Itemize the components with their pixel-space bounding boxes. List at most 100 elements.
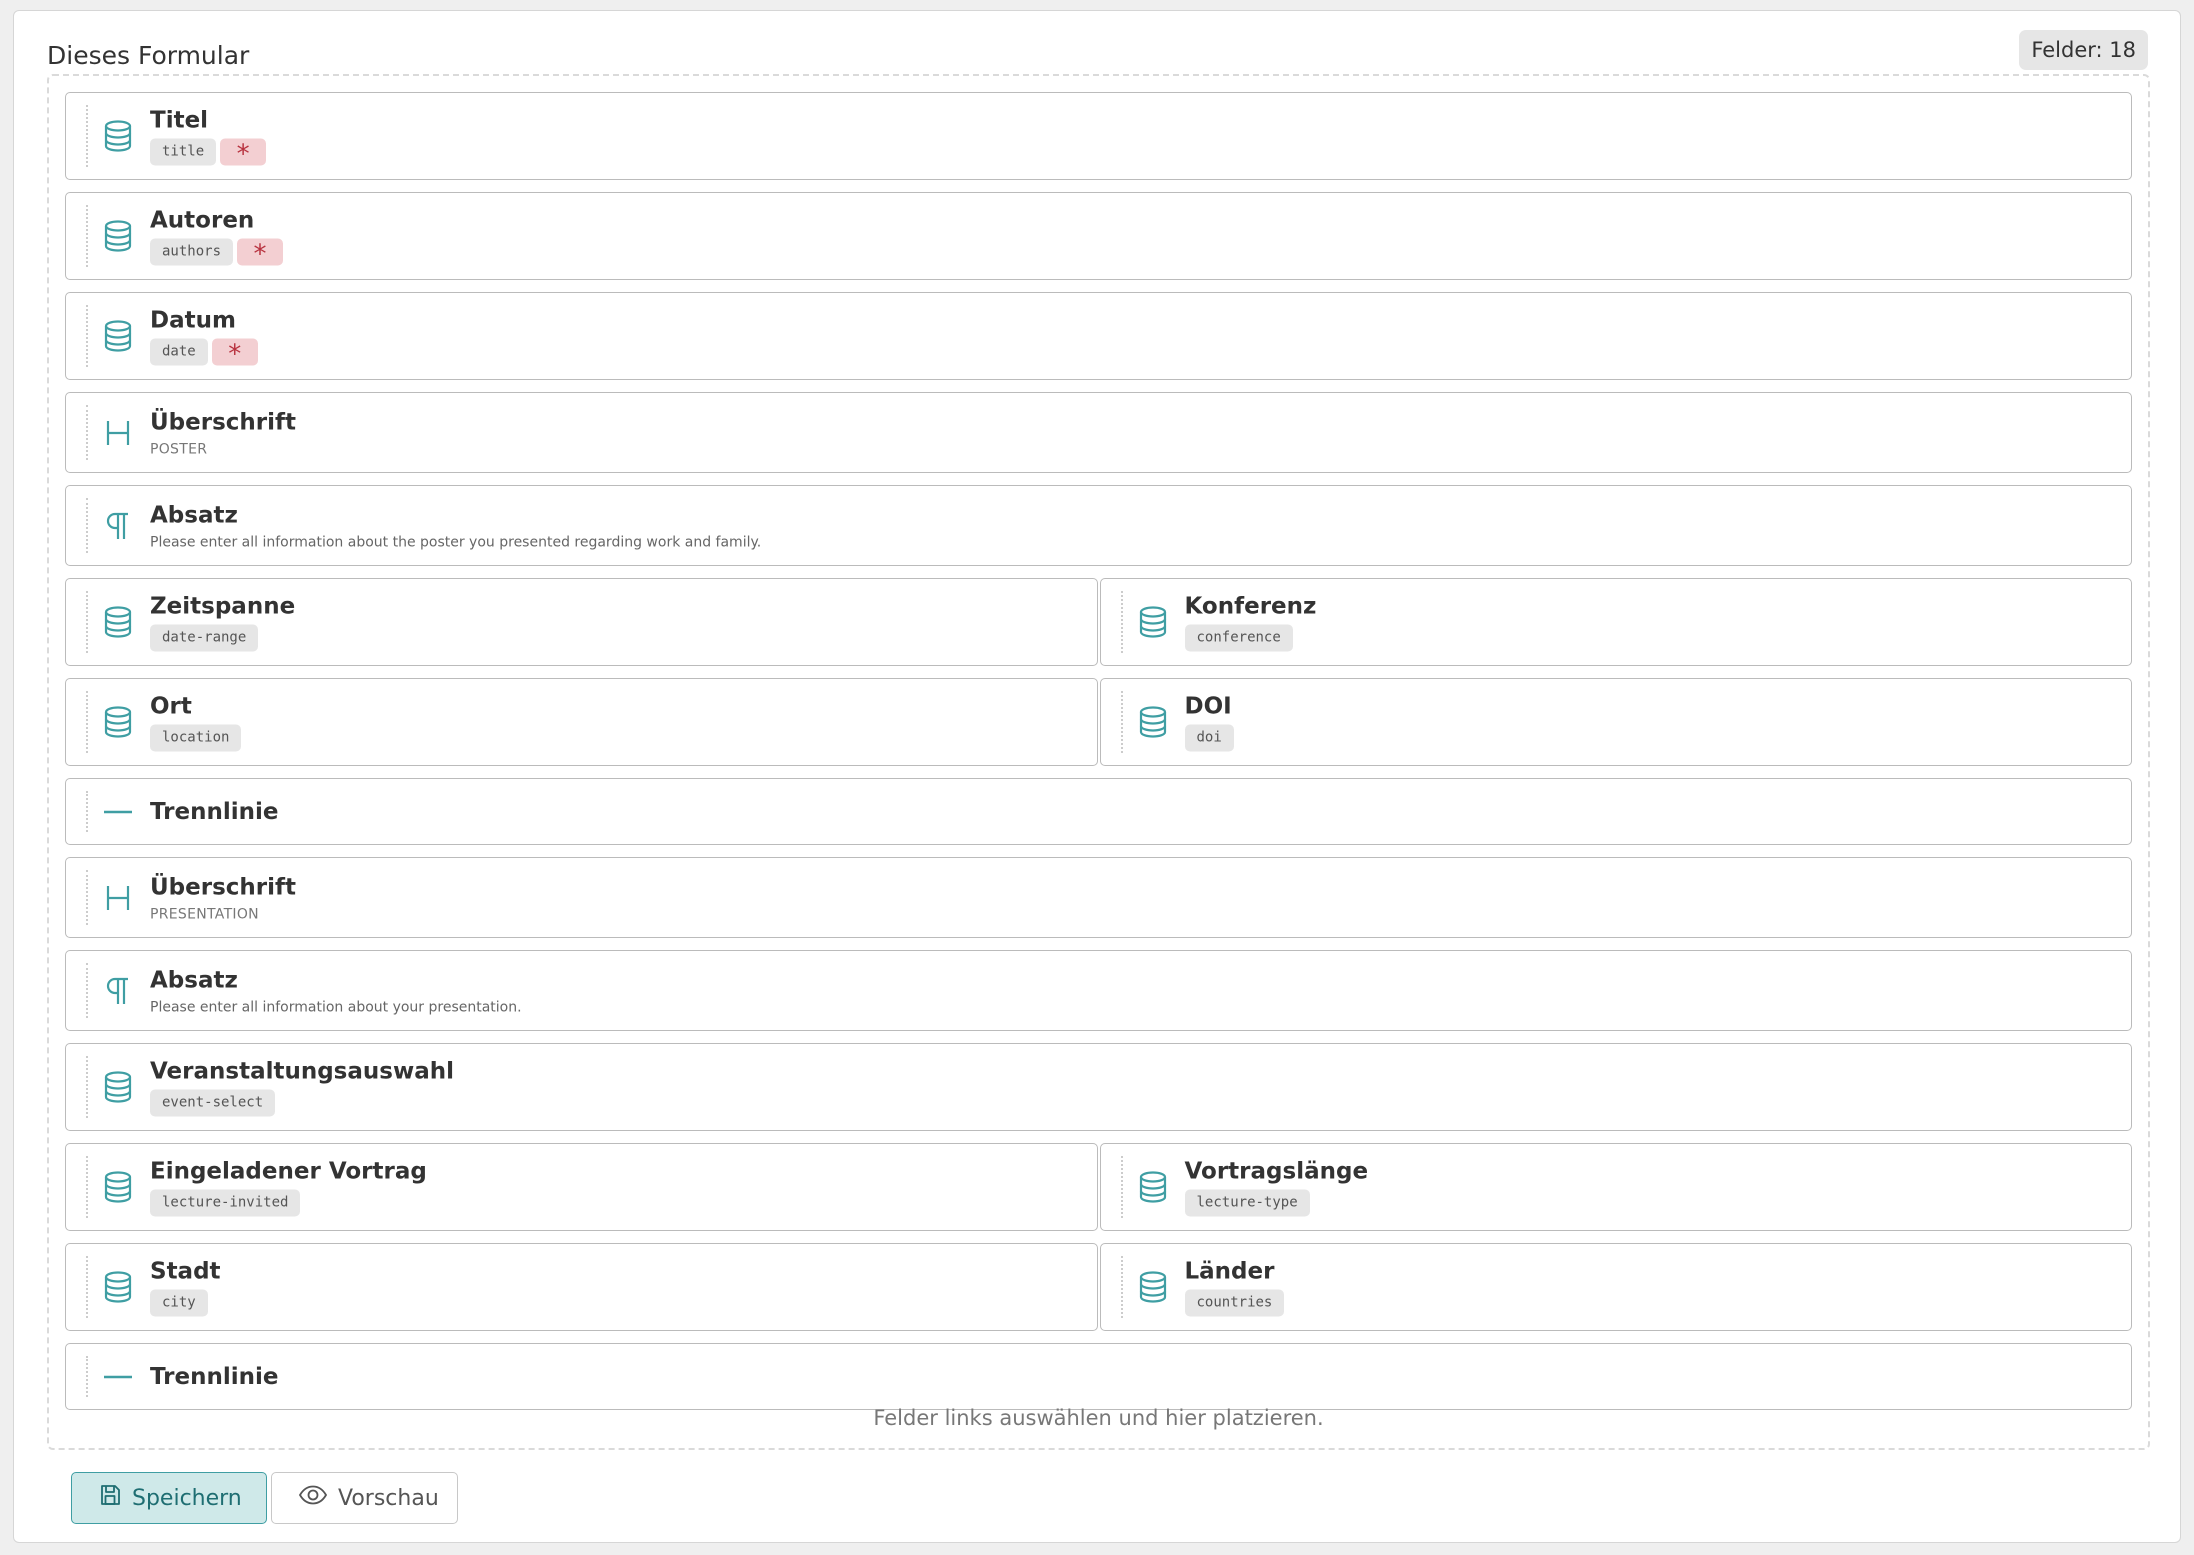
divider-icon <box>102 794 134 830</box>
form-field-heading[interactable]: Überschrift POSTER <box>65 392 2132 473</box>
field-label: Trennlinie <box>150 1363 279 1390</box>
field-body: Vortragslänge lecture-type <box>1184 1158 2120 1217</box>
drag-handle[interactable] <box>86 791 88 832</box>
drag-handle[interactable] <box>86 1356 88 1397</box>
form-field-divider[interactable]: Trennlinie <box>65 778 2132 845</box>
drag-handle[interactable] <box>1120 1156 1123 1218</box>
field-body: Zeitspanne date-range <box>150 593 1085 652</box>
form-field-data[interactable]: Datum date * <box>65 292 2132 380</box>
database-icon <box>102 604 134 640</box>
database-icon <box>102 218 134 254</box>
form-field-heading[interactable]: Überschrift PRESENTATION <box>65 857 2132 938</box>
form-builder-panel: Dieses Formular Felder: 18 Titel title * Au… <box>13 10 2181 1543</box>
field-row: Veranstaltungsauswahl event-select <box>65 1043 2132 1131</box>
field-body: Trennlinie <box>150 798 2119 826</box>
heading-icon <box>102 880 134 916</box>
drag-handle[interactable] <box>1120 1256 1123 1318</box>
database-icon <box>1137 704 1169 740</box>
field-key-badge: location <box>150 724 242 752</box>
drag-handle[interactable] <box>86 870 88 925</box>
drag-handle[interactable] <box>86 963 88 1018</box>
drag-handle[interactable] <box>86 305 88 367</box>
drag-handle[interactable] <box>86 1256 88 1318</box>
field-body: Titel title * <box>150 107 2119 170</box>
field-row: Absatz Please enter all information about… <box>65 485 2132 566</box>
field-label: Überschrift <box>150 409 297 435</box>
field-row: Überschrift PRESENTATION <box>65 857 2132 938</box>
database-icon <box>102 318 134 354</box>
form-field-para[interactable]: Absatz Please enter all information about… <box>65 950 2132 1031</box>
field-body: Ort location <box>150 693 1085 752</box>
field-meta: date * <box>150 338 2119 370</box>
drag-handle[interactable] <box>86 1156 88 1218</box>
preview-button[interactable]: Vorschau <box>271 1472 458 1524</box>
field-meta: city <box>150 1289 1085 1317</box>
form-field-data[interactable]: Stadt city <box>65 1243 1098 1331</box>
form-field-data[interactable]: Eingeladener Vortrag lecture-invited <box>65 1143 1098 1231</box>
field-label: Zeitspanne <box>150 593 296 620</box>
database-icon <box>102 1169 134 1205</box>
form-field-para[interactable]: Absatz Please enter all information about… <box>65 485 2132 566</box>
form-field-data[interactable]: Autoren authors * <box>65 192 2132 280</box>
field-meta: lecture-invited <box>150 1189 1085 1217</box>
field-key-badge: authors <box>150 238 234 266</box>
form-field-data[interactable]: Zeitspanne date-range <box>65 578 1098 666</box>
field-key-badge: event-select <box>150 1089 276 1117</box>
field-row: Eingeladener Vortrag lecture-invited Vortr… <box>65 1143 2132 1231</box>
drag-handle[interactable] <box>86 691 88 753</box>
form-field-data[interactable]: Vortragslänge lecture-type <box>1099 1143 2132 1231</box>
field-meta: lecture-type <box>1184 1189 2120 1217</box>
form-field-data[interactable]: Länder countries <box>1099 1243 2132 1331</box>
panel-title: Dieses Formular <box>47 41 250 70</box>
field-meta: date-range <box>150 624 1085 652</box>
field-body: Trennlinie <box>150 1363 2119 1391</box>
field-label: Absatz <box>150 967 238 993</box>
drag-handle[interactable] <box>86 205 88 267</box>
form-field-data[interactable]: Konferenz conference <box>1099 578 2132 666</box>
paragraph-icon <box>102 973 134 1009</box>
field-key-badge: date-range <box>150 624 259 652</box>
field-count-badge: Felder: 18 <box>2019 30 2148 70</box>
field-body: Überschrift POSTER <box>150 408 2119 457</box>
heading-text: PRESENTATION <box>150 906 259 922</box>
field-meta: countries <box>1184 1289 2120 1317</box>
field-row: Zeitspanne date-range Konferenz conference <box>65 578 2132 666</box>
drag-handle[interactable] <box>1120 691 1123 753</box>
form-field-data[interactable]: Titel title * <box>65 92 2132 180</box>
form-field-data[interactable]: Ort location <box>65 678 1098 766</box>
field-label: Eingeladener Vortrag <box>150 1158 427 1185</box>
drag-handle[interactable] <box>86 405 88 460</box>
heading-text: POSTER <box>150 441 208 457</box>
field-body: DOI doi <box>1184 693 2120 752</box>
field-meta: authors * <box>150 238 2119 270</box>
form-field-data[interactable]: Veranstaltungsauswahl event-select <box>65 1043 2132 1131</box>
paragraph-icon <box>102 508 134 544</box>
field-meta: event-select <box>150 1089 2119 1117</box>
drag-handle[interactable] <box>1120 591 1123 653</box>
drag-handle[interactable] <box>86 105 88 167</box>
save-button[interactable]: Speichern <box>71 1472 267 1524</box>
field-row: Überschrift POSTER <box>65 392 2132 473</box>
field-body: Veranstaltungsauswahl event-select <box>150 1058 2119 1117</box>
form-dropzone[interactable]: Titel title * Autoren authors * Datum date * Über… <box>47 74 2150 1450</box>
field-body: Eingeladener Vortrag lecture-invited <box>150 1158 1085 1217</box>
field-row: Autoren authors * <box>65 192 2132 280</box>
form-field-divider[interactable]: Trennlinie <box>65 1343 2132 1410</box>
field-label: Vortragslänge <box>1184 1158 1369 1185</box>
drag-handle[interactable] <box>86 1056 88 1118</box>
field-row: Absatz Please enter all information about… <box>65 950 2132 1031</box>
save-button-label: Speichern <box>132 1485 242 1511</box>
field-label: Titel <box>150 107 209 134</box>
field-row: Datum date * <box>65 292 2132 380</box>
form-field-data[interactable]: DOI doi <box>1099 678 2132 766</box>
field-key-badge: conference <box>1184 624 1293 652</box>
drag-handle[interactable] <box>86 498 88 553</box>
field-key-badge: city <box>150 1289 208 1317</box>
required-badge: * <box>237 238 284 270</box>
field-key-badge: lecture-invited <box>150 1189 301 1217</box>
drag-handle[interactable] <box>86 591 88 653</box>
database-icon <box>1137 1269 1169 1305</box>
field-label: Absatz <box>150 502 238 528</box>
field-label: Trennlinie <box>150 798 279 825</box>
field-label: Stadt <box>150 1258 221 1285</box>
